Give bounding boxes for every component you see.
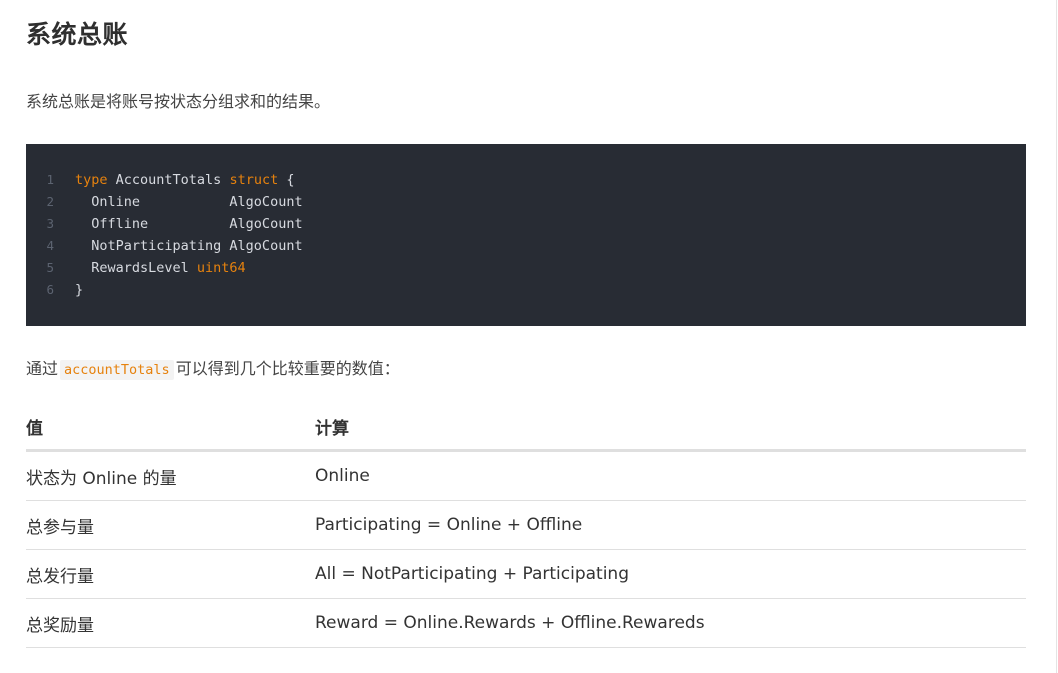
code-text: NotParticipating AlgoCount — [75, 235, 303, 257]
page-title: 系统总账 — [26, 20, 129, 49]
code-line: 4 NotParticipating AlgoCount — [26, 235, 1026, 257]
table-cell-calculation: Participating = Online + Offline — [315, 500, 1026, 550]
code-keyword: uint64 — [196, 260, 246, 276]
code-text: Online AlgoCount — [75, 191, 303, 213]
code-text: } — [75, 279, 83, 301]
code-line: 5 RewardsLevel uint64 — [26, 257, 1026, 279]
table-cell-calculation: Online — [315, 450, 1026, 501]
code-line: 1 type AccountTotals struct { — [26, 169, 1026, 191]
table-cell-calculation: Reward = Online.Rewards + Offline.Reware… — [315, 598, 1026, 648]
code-text: Offline AlgoCount — [75, 213, 303, 235]
line-number: 5 — [46, 260, 54, 275]
table-row: 总参与量 Participating = Online + Offline — [26, 500, 1026, 550]
code-keyword: struct — [229, 172, 279, 188]
line-number: 2 — [46, 194, 54, 209]
description-paragraph: 通过 accountTotals 可以得到几个比较重要的数值： — [26, 357, 400, 382]
table-cell-value: 总参与量 — [26, 500, 315, 550]
table-cell-value: 总奖励量 — [26, 598, 315, 648]
code-token: Online AlgoCount — [75, 194, 303, 210]
table-cell-value: 总发行量 — [26, 549, 315, 599]
code-token: NotParticipating AlgoCount — [75, 238, 303, 254]
line-number: 6 — [46, 282, 54, 297]
code-token: { — [278, 172, 295, 188]
table-header-row: 值 计算 — [26, 404, 1026, 452]
table-row: 状态为 Online 的量 Online — [26, 450, 1026, 501]
line-number: 3 — [46, 216, 54, 231]
code-line: 3 Offline AlgoCount — [26, 213, 1026, 235]
code-token: AccountTotals — [107, 172, 230, 188]
code-line: 6} — [26, 279, 1026, 301]
code-token: Offline AlgoCount — [75, 216, 303, 232]
inline-code: accountTotals — [60, 360, 174, 380]
table-cell-value: 状态为 Online 的量 — [26, 450, 315, 501]
table-cell-calculation: All = NotParticipating + Participating — [315, 549, 1026, 599]
code-keyword: type — [75, 172, 108, 188]
table-row: 总发行量 All = NotParticipating + Participat… — [26, 549, 1026, 599]
code-block: 1 type AccountTotals struct {2 Online Alg… — [26, 144, 1026, 326]
para-text-before: 通过 — [26, 359, 59, 378]
intro-paragraph: 系统总账是将账号按状态分组求和的结果。 — [26, 92, 331, 111]
header-calculation: 计算 — [315, 404, 1026, 452]
code-token: } — [75, 282, 84, 298]
header-value: 值 — [26, 404, 315, 452]
para-text-after: 可以得到几个比较重要的数值： — [175, 359, 400, 378]
code-line: 2 Online AlgoCount — [26, 191, 1026, 213]
code-token: RewardsLevel — [75, 260, 197, 276]
values-table: 值 计算 状态为 Online 的量 Online 总参与量 Participa… — [26, 404, 1026, 648]
table-row: 总奖励量 Reward = Online.Rewards + Offline.R… — [26, 598, 1026, 648]
code-text: RewardsLevel uint64 — [75, 257, 246, 279]
line-number: 1 — [46, 172, 54, 187]
page-edge-divider — [1056, 0, 1057, 673]
line-number: 4 — [46, 238, 54, 253]
code-text: type AccountTotals struct { — [75, 169, 294, 191]
